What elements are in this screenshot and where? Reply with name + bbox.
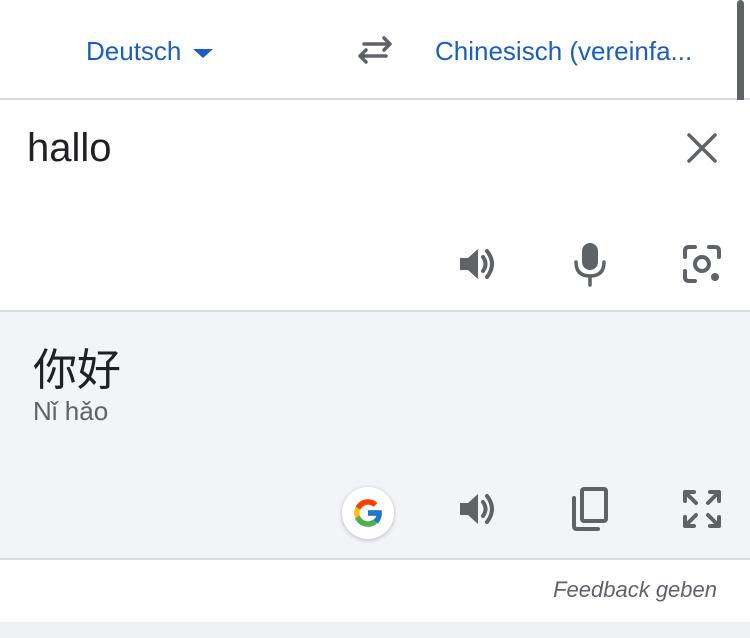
google-search-button[interactable] (342, 487, 394, 539)
close-icon (687, 133, 717, 163)
camera-translate-button[interactable] (677, 239, 727, 289)
caret-down-icon (193, 48, 214, 58)
google-g-icon (354, 499, 383, 527)
listen-source-button[interactable] (453, 239, 503, 289)
fullscreen-button[interactable] (677, 484, 727, 534)
target-language-selector[interactable]: Chinesisch (vereinfa... (435, 34, 692, 68)
translation-text: 你好 (33, 346, 121, 395)
bottom-divider (0, 622, 750, 638)
copy-icon (572, 487, 608, 531)
speaker-icon (460, 494, 494, 524)
swap-icon (358, 36, 392, 64)
translate-page: Deutsch Chinesisch (vereinfa... hallo 你好… (0, 0, 750, 638)
speaker-icon (460, 249, 494, 279)
clear-input-button[interactable] (682, 128, 722, 168)
language-bar: Deutsch Chinesisch (vereinfa... (0, 0, 750, 100)
source-text[interactable]: hallo (27, 126, 112, 171)
swap-languages-button[interactable] (350, 30, 400, 70)
feedback-link[interactable]: Feedback geben (553, 577, 717, 603)
voice-input-button[interactable] (565, 239, 615, 289)
source-language-selector[interactable]: Deutsch (86, 34, 214, 68)
romanization-text: Nǐ hǎo (33, 396, 109, 426)
listen-translation-button[interactable] (453, 484, 503, 534)
source-language-label: Deutsch (86, 35, 182, 66)
fullscreen-icon (683, 490, 721, 528)
camera-lens-icon (683, 245, 721, 283)
microphone-icon (574, 243, 606, 287)
target-language-label: Chinesisch (vereinfa... (435, 35, 693, 66)
translation-result-panel: 你好 Nǐ hǎo (0, 310, 750, 560)
source-input-area[interactable]: hallo (0, 100, 750, 310)
copy-translation-button[interactable] (565, 484, 615, 534)
